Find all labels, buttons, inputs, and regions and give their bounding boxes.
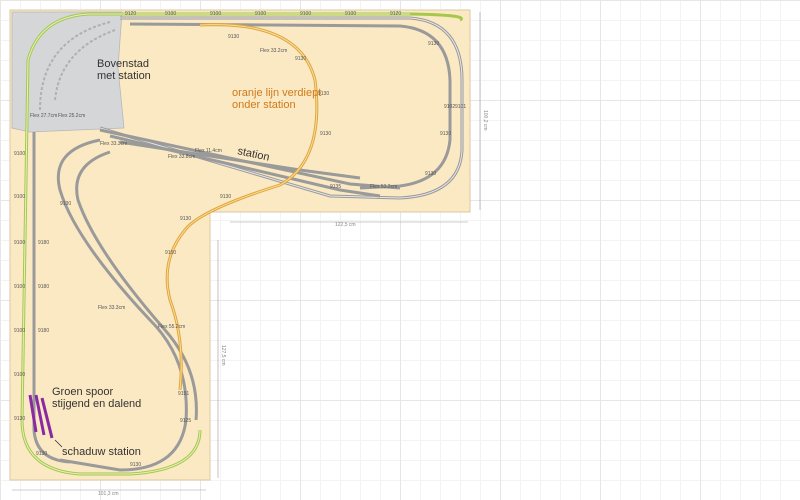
label-oranje: oranje lijn verdiept (232, 87, 321, 99)
track-label: 9100 (345, 11, 356, 17)
track-label: 9130 (220, 194, 231, 200)
track-label: 9100 (300, 11, 311, 17)
track-label: 9130 (180, 216, 191, 222)
label-met-station: met station (97, 70, 151, 82)
track-label: 9100 (14, 240, 25, 246)
svg-text:101,3 cm: 101,3 cm (98, 491, 119, 497)
track-label: 9100 (255, 11, 266, 17)
track-label: 9135 (330, 184, 341, 190)
track-label: 9100 (14, 372, 25, 378)
track-label: 9130 (428, 41, 439, 47)
track-label: 9125 (180, 418, 191, 424)
track-label: 9101 (455, 104, 466, 110)
track-label: 9180 (38, 240, 49, 246)
track-label: Flex 33.3cm (100, 141, 127, 147)
track-label: Flex 33.8cm (168, 154, 195, 160)
track-label: Flex 33.2cm (260, 48, 287, 54)
svg-text:122,5 cm: 122,5 cm (335, 222, 356, 228)
track-label: 9130 (228, 34, 239, 40)
track-label: 9180 (38, 328, 49, 334)
track-label: Flex 27.7cm (30, 113, 57, 119)
dimension-middle: 122,5 cm (230, 221, 468, 228)
track-label: 9130 (14, 416, 25, 422)
track-label: 9120 (125, 11, 136, 17)
dimension-bottom: 101,3 cm (12, 489, 206, 497)
svg-text:127,5 cm: 127,5 cm (220, 345, 226, 366)
track-label: 9151 (178, 391, 189, 397)
track-label: 9120 (390, 11, 401, 17)
label-schaduw: schaduw station (62, 446, 141, 458)
track-label: 9130 (130, 462, 141, 468)
track-label: 9130 (36, 451, 47, 457)
svg-text:100,2 cm: 100,2 cm (482, 110, 488, 131)
track-label: 9130 (295, 56, 306, 62)
label-bovenstad: Bovenstad (97, 58, 149, 70)
track-label: 9100 (14, 194, 25, 200)
track-label: 9100 (14, 284, 25, 290)
track-label: 9100 (14, 151, 25, 157)
track-label: 9180 (38, 284, 49, 290)
track-label: 9150 (165, 250, 176, 256)
label-stijgend: stijgend en dalend (52, 398, 141, 410)
track-label: 9130 (320, 131, 331, 137)
dimension-lower-vertical: 127,5 cm (217, 240, 226, 478)
track-label: 9130 (318, 91, 329, 97)
track-label: 9100 (165, 11, 176, 17)
label-groen-spoor: Groen spoor (52, 386, 113, 398)
track-label: Flex 53.2cm (370, 184, 397, 190)
track-label: 9100 (14, 328, 25, 334)
track-label: Flex 25.2cm (58, 113, 85, 119)
layout-plan: Bovenstad met station oranje lijn verdie… (9, 9, 488, 497)
track-label: 9102 (444, 104, 455, 110)
track-label: 9130 (440, 131, 451, 137)
track-label: Flex 11.4cm (195, 148, 222, 154)
track-label: Flex 55.2cm (158, 324, 185, 330)
track-label: Flex 33.3cm (98, 305, 125, 311)
label-onder-station: onder station (232, 99, 296, 111)
track-label: 9130 (60, 201, 71, 207)
track-label: 9100 (210, 11, 221, 17)
track-label: 9130 (425, 171, 436, 177)
dimension-top-right: 100,2 cm (479, 12, 488, 210)
